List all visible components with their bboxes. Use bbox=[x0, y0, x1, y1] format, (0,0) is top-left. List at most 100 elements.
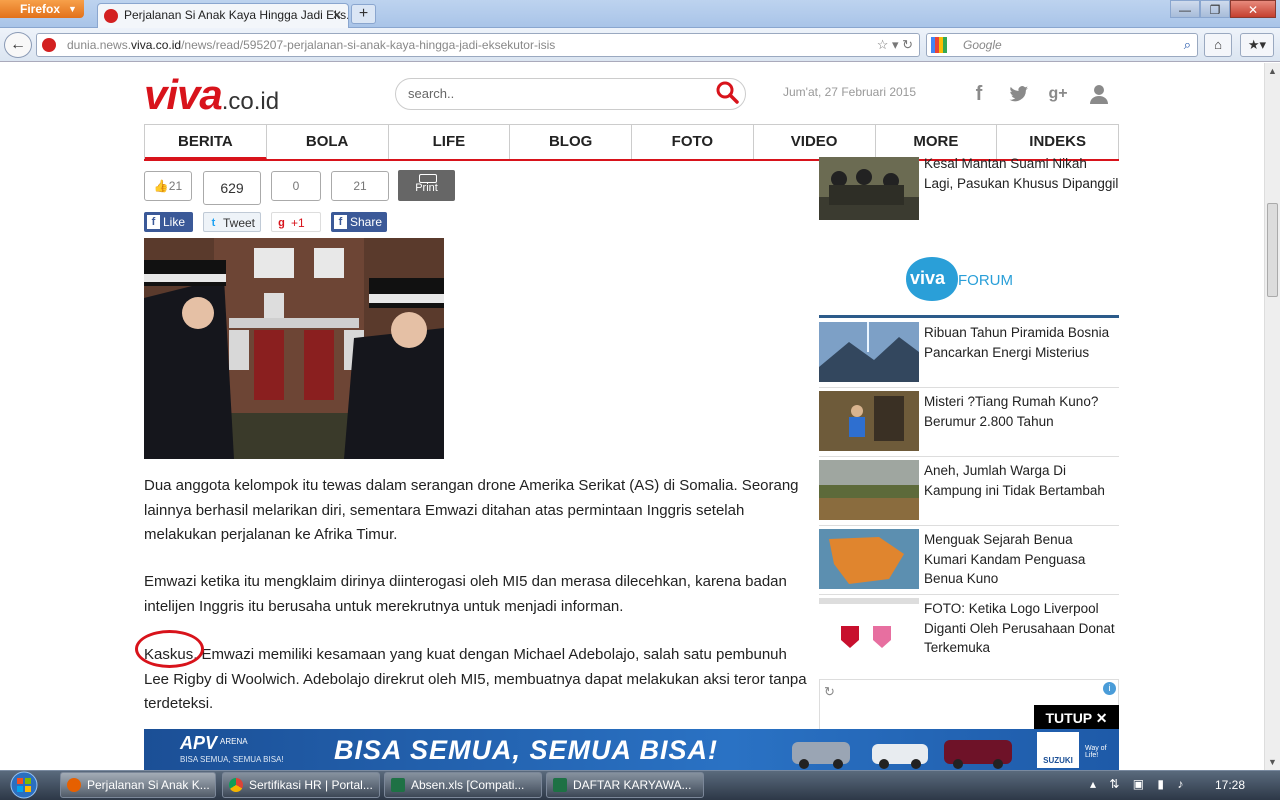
advertisement-banner[interactable]: APV ARENA BISA SEMUA, SEMUA BISA! BISA S… bbox=[144, 729, 1119, 770]
minimize-button[interactable]: — bbox=[1170, 0, 1200, 18]
sidebar-divider bbox=[819, 456, 1119, 457]
forum-logo-b: FORUM bbox=[958, 272, 1013, 289]
tweet-button[interactable]: t Tweet bbox=[203, 212, 261, 232]
search-icon[interactable]: ⌕ bbox=[1184, 34, 1191, 56]
sidebar-thumbnail[interactable] bbox=[819, 460, 919, 520]
tweet-count: 629 bbox=[203, 171, 261, 205]
ad-info-icon[interactable]: i bbox=[1103, 682, 1116, 695]
viva-favicon-icon bbox=[42, 38, 56, 52]
scroll-down-arrow-icon[interactable]: ▼ bbox=[1265, 754, 1280, 770]
user-account-icon[interactable] bbox=[1088, 83, 1110, 105]
article-paragraph: Emwazi ketika itu mengklaim dirinya diin… bbox=[144, 573, 787, 615]
site-logo[interactable]: viva.co.id bbox=[144, 74, 280, 116]
tab-title: Perjalanan Si Anak Kaya Hingga Jadi Eks.… bbox=[124, 8, 349, 22]
banner-maker-tag: Way of Life! bbox=[1085, 745, 1107, 759]
maximize-button[interactable]: ❐ bbox=[1200, 0, 1230, 18]
thumbs-up-icon: 👍 bbox=[153, 179, 169, 193]
sidebar-item[interactable]: Ribuan Tahun Piramida Bosnia Pancarkan E… bbox=[924, 323, 1119, 362]
taskbar-item-firefox[interactable]: Perjalanan Si Anak K... bbox=[60, 772, 216, 798]
site-search-placeholder: search.. bbox=[408, 86, 455, 101]
google-plus-button[interactable]: g +1 bbox=[271, 212, 321, 232]
search-icon[interactable] bbox=[715, 80, 739, 104]
facebook-like-button[interactable]: f Like bbox=[144, 212, 193, 232]
scroll-up-arrow-icon[interactable]: ▲ bbox=[1265, 63, 1280, 79]
webpage-viewport: viva.co.id search.. Jum'at, 27 Februari … bbox=[0, 63, 1264, 770]
banner-small-tagline: BISA SEMUA, SEMUA BISA! bbox=[180, 755, 284, 764]
bookmark-star-icon[interactable]: ☆ ▾ ↻ bbox=[877, 34, 913, 56]
tab-active[interactable]: Perjalanan Si Anak Kaya Hingga Jadi Eks.… bbox=[97, 3, 349, 28]
red-circle-annotation bbox=[135, 630, 204, 668]
site-search-input[interactable]: search.. bbox=[395, 78, 746, 110]
facebook-share-button[interactable]: f Share bbox=[331, 212, 387, 232]
current-date: Jum'at, 27 Februari 2015 bbox=[783, 85, 917, 99]
excel-icon bbox=[553, 778, 567, 792]
navigation-toolbar: ← dunia.news.viva.co.id/news/read/595207… bbox=[0, 28, 1280, 62]
share-label: Share bbox=[350, 215, 383, 229]
menu-foto[interactable]: FOTO bbox=[632, 125, 754, 160]
menu-blog[interactable]: BLOG bbox=[510, 125, 632, 160]
refresh-icon[interactable]: ↻ bbox=[824, 684, 835, 700]
twitter-icon[interactable] bbox=[1008, 83, 1030, 105]
taskbar-label: Absen.xls [Compati... bbox=[411, 778, 525, 792]
sidebar-thumbnail[interactable] bbox=[819, 598, 919, 658]
banner-brand: APV bbox=[180, 733, 218, 753]
printer-icon bbox=[419, 174, 437, 183]
home-icon[interactable]: ⌂ bbox=[1204, 33, 1232, 57]
sidebar-item[interactable]: Menguak Sejarah Benua Kumari Kandam Peng… bbox=[924, 530, 1119, 589]
sidebar-headline[interactable]: Kesal Mantan Suami Nikah Lagi, Pasukan K… bbox=[924, 154, 1119, 193]
taskbar-item-excel-absen[interactable]: Absen.xls [Compati... bbox=[384, 772, 542, 798]
windows-start-icon[interactable] bbox=[4, 770, 44, 800]
viva-forum-logo[interactable]: viva FORUM bbox=[902, 255, 1022, 305]
menu-bola[interactable]: BOLA bbox=[267, 125, 389, 160]
back-button[interactable]: ← bbox=[4, 32, 32, 58]
article-paragraph: Kaskus. Emwazi memiliki kesamaan yang ku… bbox=[144, 646, 807, 712]
sidebar-divider bbox=[819, 387, 1119, 388]
banner-brand-sub: ARENA bbox=[220, 737, 248, 746]
search-engine-placeholder: Google bbox=[963, 38, 1002, 52]
sidebar-item[interactable]: Aneh, Jumlah Warga Di Kampung ini Tidak … bbox=[924, 461, 1119, 500]
google-icon bbox=[931, 37, 947, 53]
sidebar-divider bbox=[819, 594, 1119, 595]
article-photo bbox=[144, 238, 444, 459]
url-bar[interactable]: dunia.news.viva.co.id/news/read/595207-p… bbox=[36, 33, 920, 57]
close-window-button[interactable]: ✕ bbox=[1230, 0, 1276, 18]
cars-image bbox=[792, 740, 1012, 769]
sidebar-thumbnail[interactable] bbox=[819, 391, 919, 451]
google-plus-icon: g bbox=[278, 217, 285, 229]
sidebar-divider bbox=[819, 525, 1119, 526]
taskbar-item-chrome[interactable]: Sertifikasi HR | Portal... bbox=[222, 772, 380, 798]
close-icon[interactable]: ✕ bbox=[332, 4, 342, 26]
google-plus-icon[interactable]: g+ bbox=[1047, 83, 1069, 105]
logo-tld: .co.id bbox=[221, 88, 280, 115]
like-count: 21 bbox=[168, 179, 183, 193]
scrollbar-thumb[interactable] bbox=[1267, 203, 1278, 297]
bookmarks-menu-icon[interactable]: ★▾ bbox=[1240, 33, 1274, 57]
sidebar-thumbnail[interactable] bbox=[819, 529, 919, 589]
article-paragraph: Dua anggota kelompok itu tewas dalam ser… bbox=[144, 477, 799, 543]
menu-berita[interactable]: BERITA bbox=[145, 125, 267, 160]
menu-life[interactable]: LIFE bbox=[389, 125, 511, 160]
taskbar-item-excel-daftar[interactable]: DAFTAR KARYAWA... bbox=[546, 772, 704, 798]
system-tray-icons[interactable]: ▴ ⇅ ▣ ▮ ♪ bbox=[1090, 777, 1188, 791]
url-path: /news/read/595207-perjalanan-si-anak-kay… bbox=[181, 38, 556, 52]
sidebar-item[interactable]: FOTO: Ketika Logo Liverpool Diganti Oleh… bbox=[924, 599, 1119, 658]
chrome-icon bbox=[229, 778, 243, 792]
menu-video[interactable]: VIDEO bbox=[754, 125, 876, 160]
new-tab-button[interactable]: + bbox=[351, 4, 376, 24]
taskbar-clock[interactable]: 17:28 bbox=[1200, 770, 1260, 800]
search-engine-input[interactable]: Google ⌕ bbox=[926, 33, 1198, 57]
viva-favicon-icon bbox=[104, 9, 118, 23]
taskbar-label: Perjalanan Si Anak K... bbox=[87, 778, 210, 792]
sidebar-thumbnail[interactable] bbox=[819, 322, 919, 382]
gplus-count: 0 bbox=[271, 171, 321, 201]
sidebar-item[interactable]: Misteri ?Tiang Rumah Kuno? Berumur 2.800… bbox=[924, 392, 1119, 431]
taskbar-label: Sertifikasi HR | Portal... bbox=[249, 778, 373, 792]
vertical-scrollbar[interactable]: ▲ ▼ bbox=[1264, 63, 1280, 770]
logo-main: viva bbox=[144, 71, 223, 118]
close-ad-button[interactable]: TUTUP ✕ bbox=[1034, 705, 1119, 731]
firefox-icon bbox=[67, 778, 81, 792]
sidebar-thumbnail[interactable] bbox=[819, 157, 919, 220]
chevron-down-icon: ▼ bbox=[68, 4, 77, 14]
facebook-icon[interactable]: f bbox=[968, 83, 990, 105]
facebook-icon: f bbox=[334, 215, 347, 229]
